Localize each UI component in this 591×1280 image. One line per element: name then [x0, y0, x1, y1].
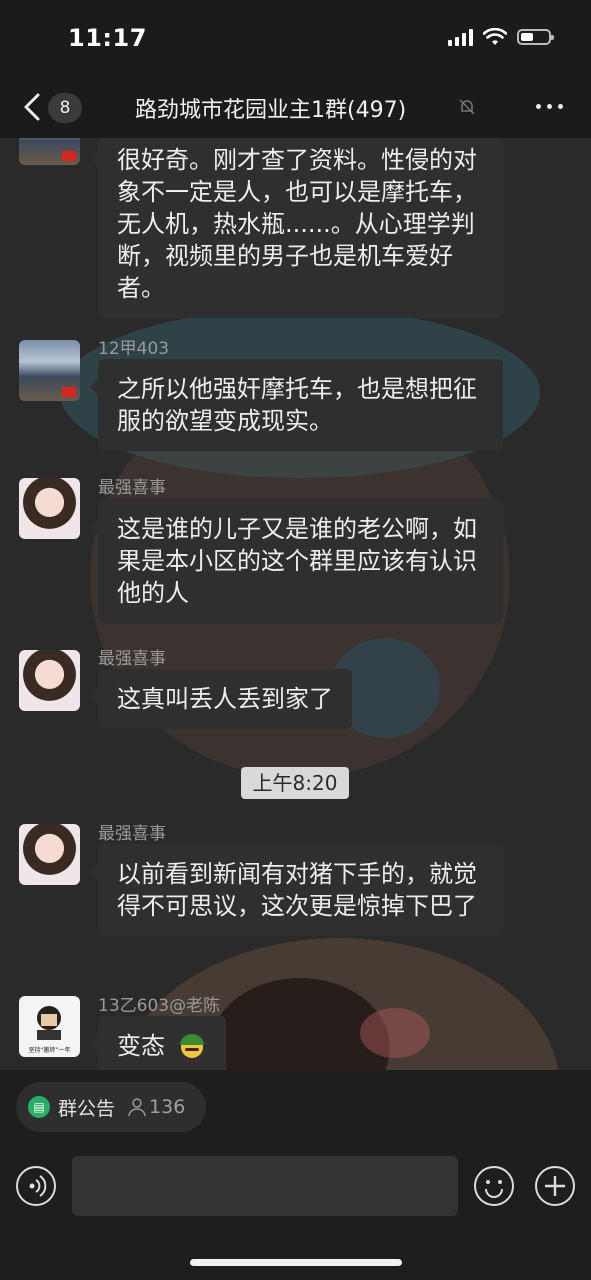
message-bubble[interactable]: 以前看到新闻有对猪下手的，就觉得不可思议，这次更是惊掉下巴了 [90, 844, 503, 936]
message-bubble[interactable]: 这真叫丢人丢到家了 [90, 669, 352, 729]
member-count: 136 [149, 1096, 186, 1118]
chevron-left-icon[interactable] [20, 90, 44, 124]
message-bubble[interactable]: 很好奇。刚才查了资料。性侵的对象不一定是人，也可以是摩托车，无人机，热水瓶...… [90, 138, 503, 318]
message-bubble[interactable]: 变态 [90, 1016, 226, 1070]
status-time: 11:17 [68, 24, 147, 52]
wifi-icon [483, 28, 507, 45]
message-text: 变态 [117, 1032, 165, 1060]
avatar[interactable] [19, 824, 80, 885]
unread-count-badge[interactable]: 8 [48, 93, 82, 123]
wallpaper-shape [360, 1008, 430, 1058]
message-bubble[interactable]: 这是谁的儿子又是谁的老公啊，如果是本小区的这个群里应该有认识他的人 [90, 499, 503, 623]
home-indicator[interactable] [190, 1259, 402, 1266]
person-icon [128, 1098, 146, 1117]
battery-icon [517, 29, 554, 45]
avatar[interactable] [19, 340, 80, 401]
avatar-caption: 坚持“搬砖”一年 [28, 1047, 71, 1054]
sender-name: 最强喜事 [98, 649, 166, 669]
voice-icon [29, 1175, 47, 1197]
avatar[interactable] [19, 138, 80, 165]
message-bubble[interactable]: 之所以他强奸摩托车，也是想把征服的欲望变成现实。 [90, 359, 503, 451]
chat-header: 8 路劲城市花园业主1群(497) [0, 78, 591, 138]
avatar[interactable] [19, 478, 80, 539]
helmet-emoji-icon [179, 1034, 204, 1058]
sender-name: 最强喜事 [98, 824, 166, 844]
message-input[interactable] [72, 1156, 458, 1216]
avatar[interactable] [19, 650, 80, 711]
signal-icon [448, 28, 473, 46]
chat-title: 路劲城市花园业主1群(497) [135, 98, 407, 123]
more-actions-button[interactable] [535, 1166, 575, 1206]
announcement-icon: ▤ [28, 1096, 50, 1118]
sender-name: 最强喜事 [98, 478, 166, 498]
sender-name: 13乙603@老陈 [98, 996, 221, 1016]
group-announcement-button[interactable]: ▤ 群公告 136 [16, 1082, 206, 1132]
status-icons [448, 28, 554, 46]
input-panel: ▤ 群公告 136 [0, 1070, 591, 1280]
status-bar: 11:17 [0, 0, 591, 78]
announcement-label: 群公告 [58, 1097, 116, 1120]
avatar[interactable]: 坚持“搬砖”一年 [19, 996, 80, 1057]
time-divider: 上午8:20 [241, 767, 349, 799]
message-list[interactable]: 很好奇。刚才查了资料。性侵的对象不一定是人，也可以是摩托车，无人机，热水瓶...… [0, 138, 591, 1070]
emoji-button[interactable] [474, 1166, 514, 1206]
bell-off-icon [459, 99, 475, 115]
more-dots-icon[interactable] [536, 104, 563, 109]
smile-icon [485, 1180, 503, 1198]
voice-input-button[interactable] [16, 1166, 56, 1206]
plus-icon [545, 1176, 565, 1196]
sender-name: 12甲403 [98, 339, 170, 359]
